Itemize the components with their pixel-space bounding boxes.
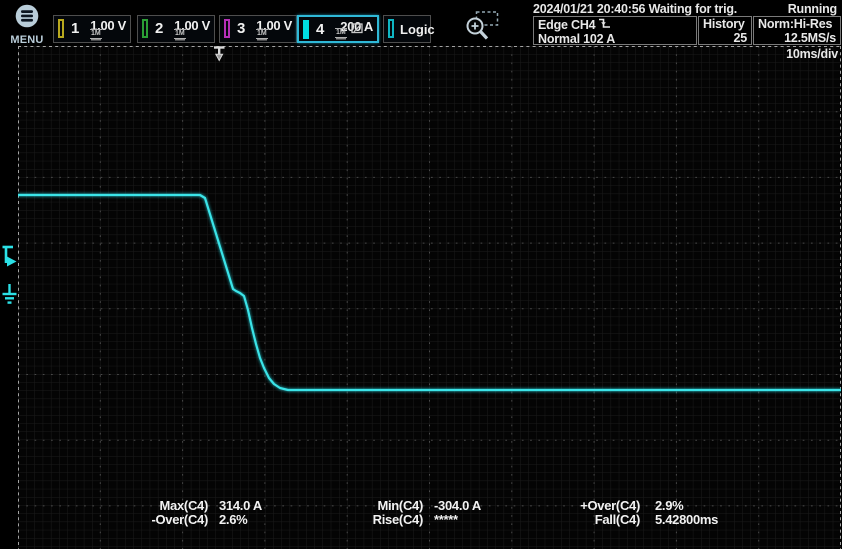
measurement-row: Fall(C4) 5.42800ms — [528, 513, 718, 527]
channel-4-number: 4 — [316, 21, 324, 38]
trigger-source: Edge CH4 — [538, 18, 595, 32]
channel-1-button[interactable]: 1 1.00 V 1M — [53, 15, 131, 43]
trigger-settings-box[interactable]: Edge CH4 Normal 102 A — [533, 16, 697, 45]
measurement-label: Max(C4) — [100, 499, 208, 513]
impedance-1m-icon: 1M — [256, 29, 268, 39]
measurement-label: -Over(C4) — [100, 513, 208, 527]
channel-3-color-bar — [224, 19, 230, 38]
measurement-label: Rise(C4) — [315, 513, 423, 527]
trigger-mode-level: Normal 102 A — [534, 32, 696, 46]
hamburger-icon — [15, 15, 39, 32]
measurement-label: Min(C4) — [315, 499, 423, 513]
history-count: 25 — [699, 31, 751, 45]
channel-4-button-selected[interactable]: 4 200 A 1M — [297, 15, 379, 43]
menu-label: MENU — [3, 34, 51, 46]
oscilloscope-screen: MENU 1 1.00 V 1M 2 1.00 V 1M 3 1.00 V 1M… — [0, 0, 842, 549]
channel-2-number: 2 — [155, 20, 163, 37]
measurement-value: 2.9% — [655, 499, 683, 513]
impedance-1m-icon: 1M — [90, 29, 102, 39]
history-label: History — [699, 17, 751, 31]
channel-4-ground-marker[interactable] — [1, 284, 18, 311]
acquisition-box[interactable]: Norm:Hi-Res 12.5MS/s — [753, 16, 841, 45]
measurement-row: Max(C4) 314.0 A — [100, 499, 262, 513]
channel-3-number: 3 — [237, 20, 245, 37]
timebase-readout: 10ms/div — [786, 47, 838, 61]
measurement-value: ***** — [434, 513, 458, 527]
measurement-group-3: +Over(C4) 2.9% Fall(C4) 5.42800ms — [528, 499, 718, 527]
logic-label: Logic — [400, 22, 435, 37]
waveform-display-area — [18, 46, 841, 549]
channel-4-color-bar — [303, 20, 309, 39]
trigger-level-marker[interactable] — [1, 245, 18, 273]
measurement-label: Fall(C4) — [528, 513, 640, 527]
logic-color-bar — [388, 19, 394, 38]
menu-button[interactable]: MENU — [3, 4, 51, 44]
falling-edge-icon — [598, 17, 611, 32]
channel-2-button[interactable]: 2 1.00 V 1M — [137, 15, 215, 43]
channel-2-color-bar — [142, 19, 148, 38]
measurement-row: +Over(C4) 2.9% — [528, 499, 718, 513]
logic-button[interactable]: Logic — [383, 15, 431, 43]
zoom-search-icon[interactable] — [463, 10, 503, 46]
measurement-value: 2.6% — [219, 513, 247, 527]
waveform-grid — [18, 46, 841, 549]
datetime: 2024/01/21 20:40:56 — [533, 2, 645, 16]
run-state: Running — [788, 2, 837, 16]
acquisition-mode: Norm:Hi-Res — [754, 17, 840, 31]
channel-1-number: 1 — [71, 20, 79, 37]
measurement-row: Rise(C4) ***** — [315, 513, 481, 527]
impedance-1m-icon: 1M — [174, 29, 186, 39]
measurement-group-1: Max(C4) 314.0 A -Over(C4) 2.6% — [100, 499, 262, 527]
sample-rate: 12.5MS/s — [754, 31, 840, 45]
current-probe-icon — [351, 21, 363, 39]
trigger-wait-status: Waiting for trig. — [649, 2, 737, 16]
measurement-row: Min(C4) -304.0 A — [315, 499, 481, 513]
measurement-value: -304.0 A — [434, 499, 481, 513]
measurement-label: +Over(C4) — [528, 499, 640, 513]
measurement-value: 5.42800ms — [655, 513, 718, 527]
history-box[interactable]: History 25 — [698, 16, 752, 45]
channel-1-color-bar — [58, 19, 64, 38]
top-bar: MENU 1 1.00 V 1M 2 1.00 V 1M 3 1.00 V 1M… — [0, 0, 842, 46]
measurement-row: -Over(C4) 2.6% — [100, 513, 262, 527]
status-line: 2024/01/21 20:40:56 Waiting for trig. Ru… — [533, 2, 837, 16]
measurement-value: 314.0 A — [219, 499, 262, 513]
impedance-1m-icon: 1M — [335, 28, 347, 38]
trigger-position-marker[interactable] — [212, 46, 230, 69]
measurement-group-2: Min(C4) -304.0 A Rise(C4) ***** — [315, 499, 481, 527]
channel-3-button[interactable]: 3 1.00 V 1M — [219, 15, 297, 43]
